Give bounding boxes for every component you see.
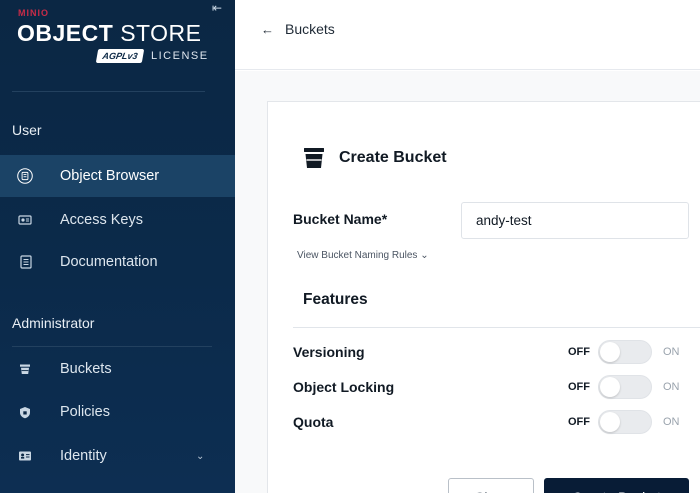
toggle-on-label: ON	[663, 416, 680, 428]
sidebar-item-access-keys[interactable]: Access Keys	[0, 199, 235, 241]
sidebar-item-policies[interactable]: Policies	[0, 391, 235, 433]
sidebar-item-label: Access Keys	[60, 212, 143, 228]
quota-label: Quota	[293, 414, 334, 430]
toggle-row-versioning: Versioning OFF ON	[293, 340, 700, 364]
sidebar-item-label: Object Browser	[60, 168, 160, 184]
main-content: Create Bucket Bucket Name* View Bucket N…	[235, 71, 700, 493]
sidebar-item-buckets[interactable]: Buckets	[0, 348, 235, 390]
identity-icon	[17, 448, 33, 464]
page-header: ← Buckets	[235, 0, 700, 70]
logo-minio-text: MINIO	[18, 8, 49, 18]
arrow-left-icon: ←	[261, 21, 274, 37]
versioning-toggle[interactable]	[598, 340, 652, 364]
logo-license-text: LICENSE	[151, 50, 209, 62]
bucket-name-input[interactable]	[461, 202, 689, 239]
toggle-knob	[600, 342, 620, 362]
toggle-knob	[600, 377, 620, 397]
back-to-buckets-link[interactable]: ← Buckets	[261, 19, 335, 39]
clear-button[interactable]: Clear	[448, 478, 534, 493]
toggle-off-label: OFF	[568, 346, 590, 358]
toggle-row-quota: Quota OFF ON	[293, 410, 700, 434]
bucket-icon	[303, 146, 325, 170]
create-bucket-button[interactable]: Create Bucket	[544, 478, 689, 493]
minio-logo[interactable]: MINIO OBJECT STORE AGPLv3 LICENSE	[17, 8, 212, 68]
section-divider	[12, 346, 212, 347]
view-naming-rules-link[interactable]: View Bucket Naming Rules ⌄	[297, 250, 429, 261]
sidebar: ⇤ MINIO OBJECT STORE AGPLv3 LICENSE User…	[0, 0, 235, 493]
object-browser-icon	[17, 168, 33, 184]
sidebar-section-user: User	[12, 122, 42, 138]
agpl-badge: AGPLv3	[95, 49, 145, 63]
chevron-down-icon[interactable]: ⌄	[196, 451, 204, 462]
documentation-icon	[17, 254, 33, 270]
sidebar-item-label: Documentation	[60, 254, 158, 270]
features-heading: Features	[303, 291, 368, 308]
versioning-label: Versioning	[293, 344, 365, 360]
page-title: Create Bucket	[339, 149, 447, 166]
sidebar-item-documentation[interactable]: Documentation	[0, 241, 235, 283]
toggle-on-label: ON	[663, 346, 680, 358]
create-bucket-card: Create Bucket Bucket Name* View Bucket N…	[267, 101, 700, 493]
toggle-off-label: OFF	[568, 381, 590, 393]
object-locking-label: Object Locking	[293, 379, 395, 395]
toggle-knob	[600, 412, 620, 432]
access-keys-icon	[17, 212, 33, 228]
features-divider	[293, 327, 700, 328]
toggle-on-label: ON	[663, 381, 680, 393]
sidebar-item-identity[interactable]: Identity ⌄	[0, 435, 235, 477]
back-link-label: Buckets	[285, 21, 335, 37]
logo-store-text: STORE	[120, 20, 202, 46]
toggle-off-label: OFF	[568, 416, 590, 428]
sidebar-section-administrator: Administrator	[12, 315, 95, 331]
logo-object-text: OBJECT	[17, 20, 114, 46]
sidebar-item-object-browser[interactable]: Object Browser	[0, 155, 235, 197]
logo-divider	[12, 91, 205, 92]
policies-icon	[17, 404, 33, 420]
bucket-name-label: Bucket Name*	[293, 211, 388, 227]
sidebar-item-label: Buckets	[60, 361, 112, 377]
toggle-row-object-locking: Object Locking OFF ON	[293, 375, 700, 399]
sidebar-item-label: Policies	[60, 404, 110, 420]
card-title: Create Bucket	[303, 146, 447, 170]
logo-object-store: OBJECT STORE	[17, 20, 202, 47]
sidebar-item-label: Identity	[60, 448, 107, 464]
buckets-icon	[17, 361, 33, 377]
object-locking-toggle[interactable]	[598, 375, 652, 399]
quota-toggle[interactable]	[598, 410, 652, 434]
